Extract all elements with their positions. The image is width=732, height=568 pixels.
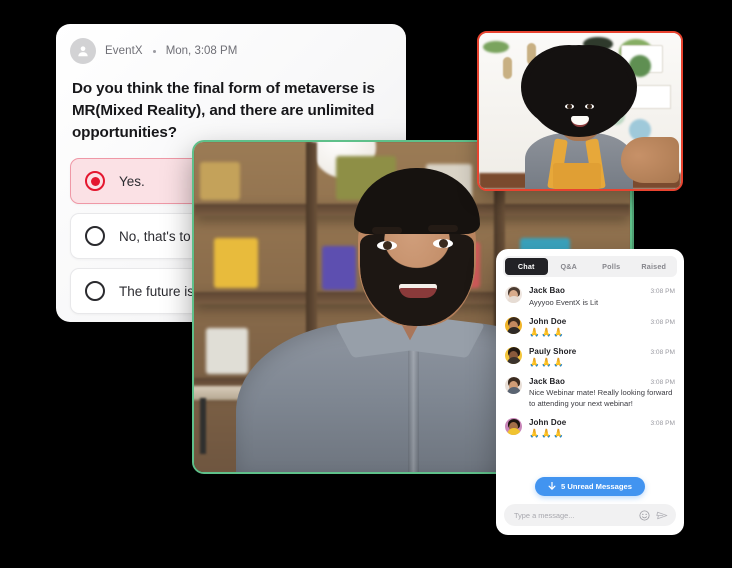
tab-chat[interactable]: Chat [505, 258, 548, 275]
chat-message: Jack Bao 3:08 PM Ayyyoo EventX is Lit [505, 286, 675, 308]
shelf-object [200, 162, 240, 200]
message-author: John Doe [529, 418, 567, 427]
unread-messages-container: 5 Unread Messages [496, 475, 684, 504]
chat-message: Pauly Shore 3:08 PM 🙏🙏🙏 [505, 346, 675, 368]
hanging-plant [483, 41, 509, 53]
message-emoji: 🙏🙏🙏 [529, 326, 566, 337]
unread-messages-button[interactable]: 5 Unread Messages [535, 477, 645, 496]
message-time: 3:08 PM [650, 378, 675, 386]
tab-raised[interactable]: Raised [633, 258, 676, 275]
avatar [505, 346, 522, 364]
eye-right [433, 239, 453, 248]
participant-video-card[interactable] [477, 31, 683, 191]
poll-option-label: Yes. [119, 173, 145, 189]
message-composer[interactable] [504, 504, 676, 526]
overall-bib [553, 163, 601, 189]
wall-hook [527, 43, 536, 65]
message-emoji: 🙏🙏🙏 [529, 356, 566, 367]
poll-header: EventX Mon, 3:08 PM [56, 24, 406, 64]
message-input[interactable] [512, 509, 633, 521]
person-avatar-icon [70, 38, 96, 64]
chat-message: Jack Bao 3:08 PM Nice Webinar mate! Real… [505, 376, 675, 410]
eye-left [377, 241, 397, 250]
eye-left [565, 104, 574, 109]
avatar [505, 418, 522, 435]
chat-tab-bar: Chat Q&A Polls Raised [503, 256, 677, 277]
eye-right [585, 104, 594, 109]
participant-hand [621, 137, 679, 183]
poll-option-label: No, that's to [119, 228, 191, 244]
eyebrow-left [372, 227, 402, 234]
message-emoji: 🙏🙏🙏 [529, 428, 566, 438]
presenter-hair [354, 168, 480, 234]
arrow-down-icon [548, 482, 556, 490]
radio-unselected-icon[interactable] [85, 281, 105, 302]
message-time: 3:08 PM [650, 420, 675, 427]
unread-messages-label: 5 Unread Messages [561, 482, 632, 491]
radio-unselected-icon[interactable] [85, 226, 105, 247]
participant-video-frame [479, 33, 681, 189]
radio-selected-icon[interactable] [85, 171, 105, 192]
message-author: Jack Bao [529, 286, 565, 295]
chat-message: John Doe 3:08 PM 🙏🙏🙏 [505, 418, 675, 439]
message-time: 3:08 PM [650, 348, 675, 356]
avatar [505, 286, 522, 303]
message-text: Nice Webinar mate! Really looking forwar… [529, 388, 673, 408]
message-time: 3:08 PM [650, 318, 675, 326]
poll-author: EventX [105, 45, 143, 57]
poll-timestamp: Mon, 3:08 PM [165, 45, 238, 57]
poll-separator-dot [152, 49, 156, 53]
emoji-smiley-icon[interactable] [639, 509, 650, 521]
tab-qa[interactable]: Q&A [548, 258, 591, 275]
message-author: Jack Bao [529, 376, 565, 386]
avatar [505, 376, 522, 394]
poll-option-label: The future is [119, 283, 195, 299]
message-text: Ayyyoo EventX is Lit [529, 297, 599, 307]
chat-panel: Chat Q&A Polls Raised Jack Bao 3:08 PM A… [496, 249, 684, 535]
tab-polls[interactable]: Polls [590, 258, 633, 275]
message-time: 3:08 PM [650, 288, 675, 295]
eyebrow-right [428, 225, 458, 232]
presenter-mouth [399, 284, 437, 298]
participant-person [515, 45, 641, 189]
screenshot-stage: EventX Mon, 3:08 PM Do you think the fin… [0, 0, 732, 568]
poll-question: Do you think the final form of metaverse… [72, 80, 375, 142]
send-paper-plane-icon[interactable] [656, 510, 668, 521]
message-author: Pauly Shore [529, 346, 577, 356]
table-leg [200, 398, 206, 454]
message-author: John Doe [529, 316, 567, 326]
avatar [505, 316, 522, 334]
wall-hook [503, 57, 512, 79]
chat-message: John Doe 3:08 PM 🙏🙏🙏 [505, 316, 675, 338]
chat-message-list[interactable]: Jack Bao 3:08 PM Ayyyoo EventX is Lit Jo… [496, 277, 684, 475]
